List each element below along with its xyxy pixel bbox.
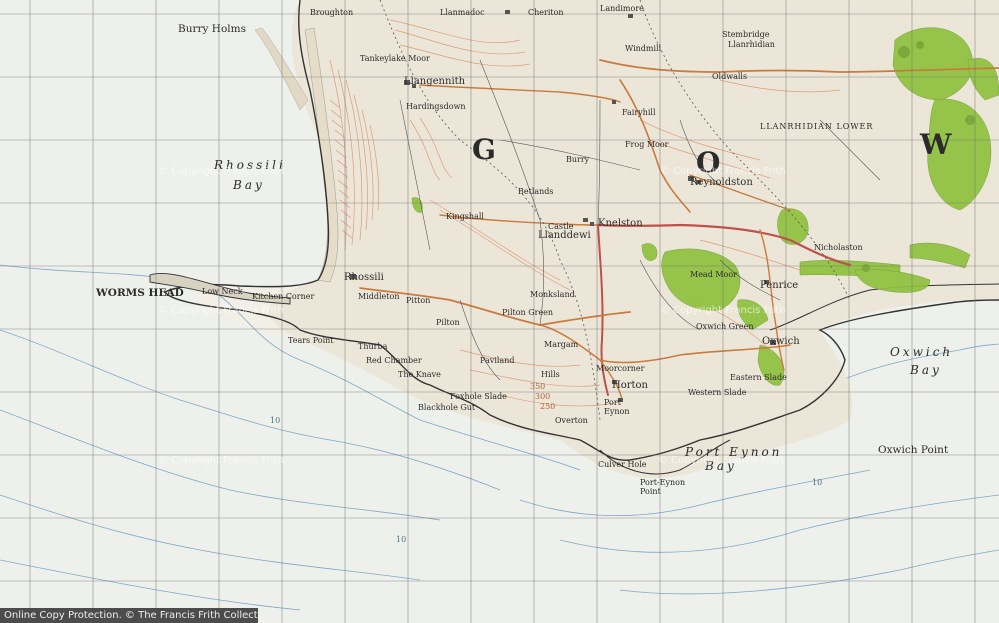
place-culver-hole: Culver Hole	[598, 460, 647, 469]
place-middleton: Middleton	[358, 292, 400, 301]
place-broughton: Broughton	[310, 8, 354, 17]
place-low-neck: Low Neck	[202, 287, 243, 296]
height-250: 250	[540, 402, 556, 411]
oxwich-bay-label-1: Oxwich	[890, 345, 954, 359]
place-pilton-green: Pilton Green	[502, 308, 554, 317]
place-penrice: Penrice	[760, 280, 799, 291]
place-tears-point: Tears Point	[288, 336, 334, 345]
place-burry-holms: Burry Holms	[178, 23, 246, 35]
place-nicholaston: Nicholaston	[814, 243, 863, 252]
place-landimore: Landimore	[600, 4, 644, 13]
place-oxwich-green: Oxwich Green	[696, 322, 754, 331]
place-reynoldston: Reynoldston	[690, 177, 753, 188]
place-horton: Horton	[612, 380, 649, 391]
place-betlands: Betlands	[518, 187, 554, 196]
region-letter-w: W	[920, 128, 953, 161]
place-castle: Castle	[548, 222, 574, 231]
place-pilton: Pilton	[436, 318, 460, 327]
place-kingshall: Kingshall	[446, 212, 484, 221]
place-red-chamber: Red Chamber	[366, 356, 422, 365]
place-moorcorner: Moorcorner	[596, 364, 645, 373]
map-canvas[interactable]	[0, 0, 999, 623]
place-cheriton: Cheriton	[528, 8, 564, 17]
place-rhossili: Rhossili	[344, 272, 384, 283]
place-oldwalls: Oldwalls	[712, 72, 748, 81]
place-oxwich: Oxwich	[762, 336, 800, 347]
place-fairyhill: Fairyhill	[622, 108, 656, 117]
watermark-1: © Copyright Francis Frith	[158, 166, 284, 177]
place-the-knave: The Knave	[398, 370, 441, 379]
place-worms-head: WORMS HEAD	[96, 287, 184, 299]
rhossili-bay-label-2: Bay	[233, 178, 265, 192]
place-port-eynon: Port Eynon	[604, 398, 630, 416]
place-monksland: Monksland	[530, 290, 575, 299]
place-overton: Overton	[555, 416, 588, 425]
place-knelston: Knelston	[598, 218, 643, 229]
place-oxwich-point: Oxwich Point	[878, 444, 949, 456]
place-frog-moor: Frog Moor	[625, 140, 669, 149]
region-letter-g: G	[472, 133, 497, 166]
place-mead-moor: Mead Moor	[690, 270, 738, 279]
place-port-eynon-point: Port-Eynon Point	[640, 478, 686, 496]
depth-10-c: 10	[812, 478, 823, 487]
place-llanddewi: Llanddewi	[538, 230, 591, 241]
place-llanmadoc: Llanmadoc	[440, 8, 485, 17]
place-pitton: Pitton	[406, 296, 431, 305]
place-tankeylake: Tankeylake Moor	[360, 54, 430, 63]
place-llangennith: Llangennith	[404, 76, 466, 87]
oxwich-bay-label-2: Bay	[910, 363, 942, 377]
place-windmill: Windmill	[625, 44, 662, 53]
place-burry: Burry	[566, 155, 590, 164]
place-llanrhidian-lower: LLANRHIDIAN LOWER	[760, 122, 874, 131]
height-350: 350	[530, 382, 546, 391]
watermark-2: © Copyright Francis Frith	[158, 305, 284, 316]
place-blackhole-gut: Blackhole Gut	[418, 403, 476, 412]
place-western-slade: Western Slade	[688, 388, 747, 397]
depth-10-b: 10	[396, 535, 407, 544]
watermark-5: © Copyright Francis Frith	[660, 166, 786, 177]
place-paviland: Paviland	[480, 356, 515, 365]
place-eastern-slade: Eastern Slade	[730, 373, 787, 382]
place-thurba: Thurba	[358, 342, 388, 351]
depth-10-a: 10	[270, 416, 281, 425]
height-300: 300	[535, 392, 551, 401]
watermark-3: © Copyright Francis Frith	[158, 455, 284, 466]
place-hardingsdown: Hardingsdown	[406, 102, 466, 111]
watermark-6: © Copyright Francis Frith	[660, 305, 786, 316]
place-margam: Margam	[544, 340, 579, 349]
place-foxhole: Foxhole Slade	[450, 392, 507, 401]
place-hills: Hills	[541, 370, 560, 379]
place-llanrhidian: Llanrhidian	[728, 40, 775, 49]
place-kitchen-corner: Kitchen Corner	[252, 292, 315, 301]
place-stembridge: Stembridge	[722, 30, 770, 39]
watermark-4: © Copyright Francis Frith	[658, 455, 784, 466]
copyright-footer: Online Copy Protection. © The Francis Fr…	[0, 608, 273, 623]
